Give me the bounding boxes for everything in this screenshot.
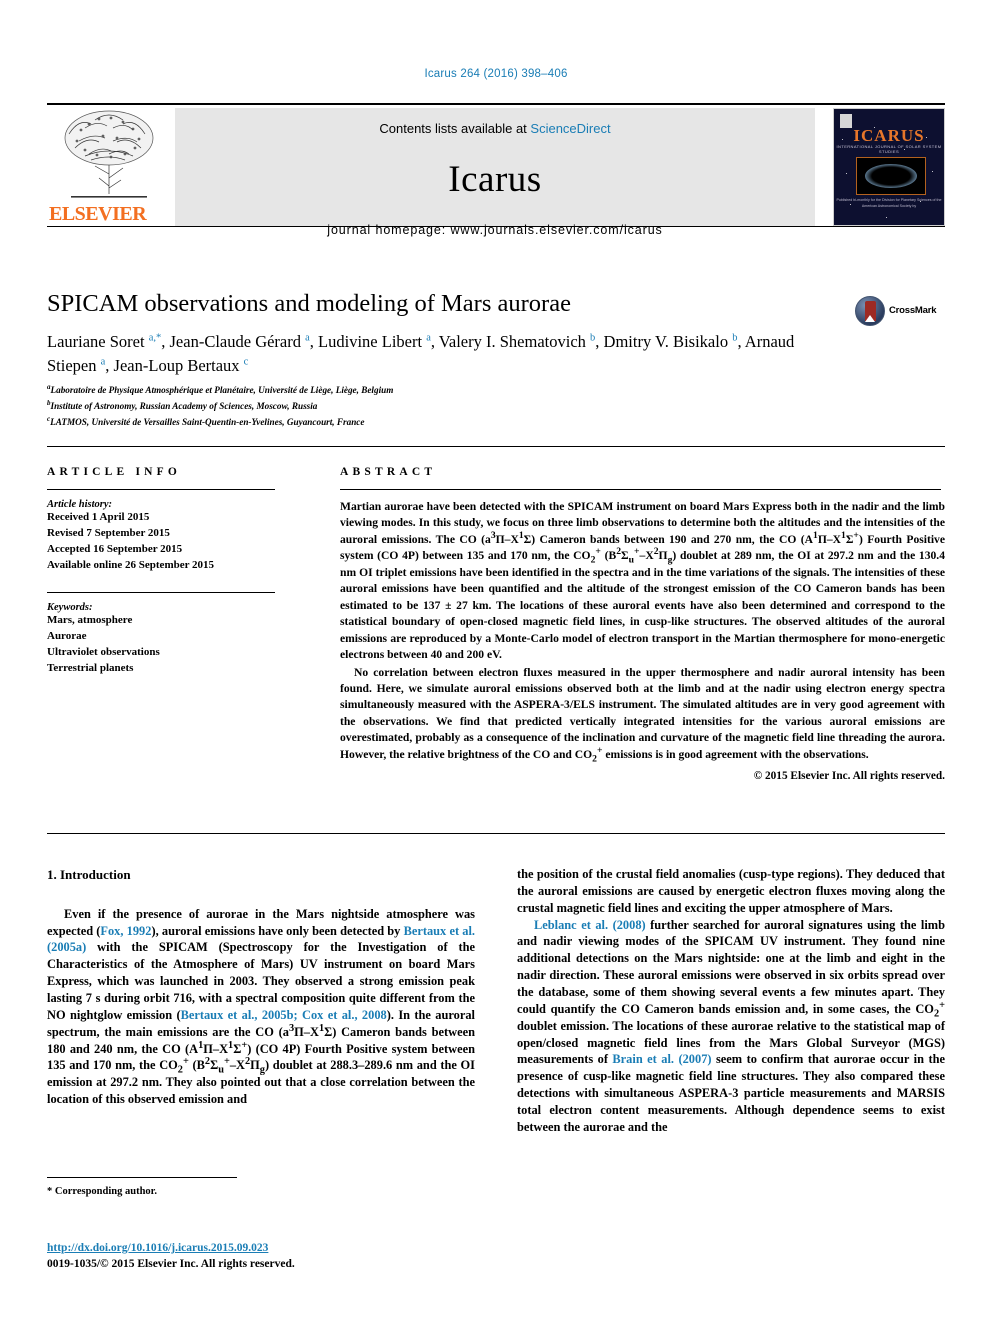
- abstract-heading: ABSTRACT: [340, 466, 437, 478]
- article-history-title: Article history:: [47, 499, 113, 510]
- article-info-column: ARTICLE INFO Article history: Received 1…: [47, 466, 297, 677]
- keyword-item: Ultraviolet observations: [47, 645, 160, 658]
- abstract-column: ABSTRACT Martian aurorae have been detec…: [340, 466, 945, 782]
- abstract-paragraph: No correlation between electron fluxes m…: [340, 665, 945, 765]
- footnote-rule: [47, 1177, 237, 1178]
- paper-page: Icarus 264 (2016) 398–406 ELSEVIER Conte…: [0, 0, 992, 1323]
- contents-prefix: Contents lists available at: [379, 121, 531, 136]
- issn-copyright-line: 0019-1035/© 2015 Elsevier Inc. All right…: [47, 1258, 295, 1270]
- affiliation-item: bInstitute of Astronomy, Russian Academy…: [47, 398, 747, 414]
- corresponding-author-note: * Corresponding author.: [47, 1186, 157, 1197]
- journal-title: Icarus: [448, 159, 542, 200]
- journal-masthead: ELSEVIER Contents lists available at Sci…: [47, 103, 945, 237]
- body-paragraph: the position of the crustal field anomal…: [517, 867, 945, 915]
- cover-caption: Published bi-monthly for the Division fo…: [836, 198, 942, 209]
- cover-artwork: [856, 157, 926, 195]
- article-info-heading: ARTICLE INFO: [47, 466, 182, 478]
- info-band-bottom-rule: [47, 833, 945, 834]
- contents-available-line: Contents lists available at ScienceDirec…: [175, 121, 815, 136]
- history-accepted: Accepted 16 September 2015: [47, 542, 183, 555]
- affiliation-text: Institute of Astronomy, Russian Academy …: [50, 401, 318, 412]
- crossmark-icon: [855, 296, 885, 326]
- body-left-column: 1. Introduction Even if the presence of …: [47, 866, 475, 1108]
- crossmark-badge[interactable]: CrossMark: [855, 296, 945, 330]
- keyword-item: Mars, atmosphere: [47, 613, 133, 626]
- keywords-block: Keywords: Mars, atmosphere Aurorae Ultra…: [47, 591, 297, 677]
- cover-subtitle: INTERNATIONAL JOURNAL OF SOLAR SYSTEM ST…: [836, 144, 942, 154]
- keyword-item: Aurorae: [47, 629, 87, 642]
- journal-homepage-link[interactable]: journal homepage: www.journals.elsevier.…: [175, 223, 815, 237]
- affiliation-item: aLaboratoire de Physique Atmosphérique e…: [47, 382, 747, 398]
- doi-link[interactable]: http://dx.doi.org/10.1016/j.icarus.2015.…: [47, 1242, 268, 1254]
- history-available-online: Available online 26 September 2015: [47, 558, 215, 571]
- page-title: SPICAM observations and modeling of Mars…: [47, 290, 571, 317]
- elsevier-tree-icon: [64, 110, 154, 198]
- body-right-column: the position of the crustal field anomal…: [517, 866, 945, 1136]
- article-info-rule: [47, 489, 275, 490]
- info-band-top-rule: [47, 446, 945, 447]
- body-paragraph: Even if the presence of aurorae in the M…: [47, 906, 475, 1107]
- affiliation-item: cLATMOS, Université de Versailles Saint-…: [47, 414, 747, 430]
- journal-cover-thumbnail: ICARUS INTERNATIONAL JOURNAL OF SOLAR SY…: [833, 108, 945, 226]
- body-paragraph: Leblanc et al. (2008) further searched f…: [517, 917, 945, 1134]
- affiliation-text: Laboratoire de Physique Atmosphérique et…: [50, 385, 394, 396]
- author-list: Lauriane Soret a,*, Jean-Claude Gérard a…: [47, 332, 795, 375]
- elsevier-wordmark: ELSEVIER: [49, 203, 147, 225]
- affiliation-text: LATMOS, Université de Versailles Saint-Q…: [50, 417, 365, 427]
- cover-title: ICARUS: [853, 126, 925, 145]
- abstract-paragraph: Martian aurorae have been detected with …: [340, 500, 946, 662]
- elsevier-logo: ELSEVIER: [47, 108, 173, 226]
- running-head: Icarus 264 (2016) 398–406: [424, 68, 568, 80]
- sciencedirect-link[interactable]: ScienceDirect: [530, 121, 610, 136]
- history-received: Received 1 April 2015: [47, 511, 150, 523]
- keywords-rule: [47, 591, 275, 593]
- abstract-copyright: © 2015 Elsevier Inc. All rights reserved…: [753, 770, 945, 783]
- keywords-title: Keywords:: [47, 601, 93, 613]
- keyword-item: Terrestrial planets: [47, 661, 134, 674]
- history-revised: Revised 7 September 2015: [47, 526, 170, 539]
- abstract-rule: [340, 489, 941, 490]
- crossmark-label: CrossMark: [889, 305, 937, 316]
- section-heading-introduction: 1. Introduction: [47, 867, 131, 882]
- affiliation-list: aLaboratoire de Physique Atmosphérique e…: [47, 382, 747, 430]
- masthead-center-panel: Contents lists available at ScienceDirec…: [175, 108, 815, 237]
